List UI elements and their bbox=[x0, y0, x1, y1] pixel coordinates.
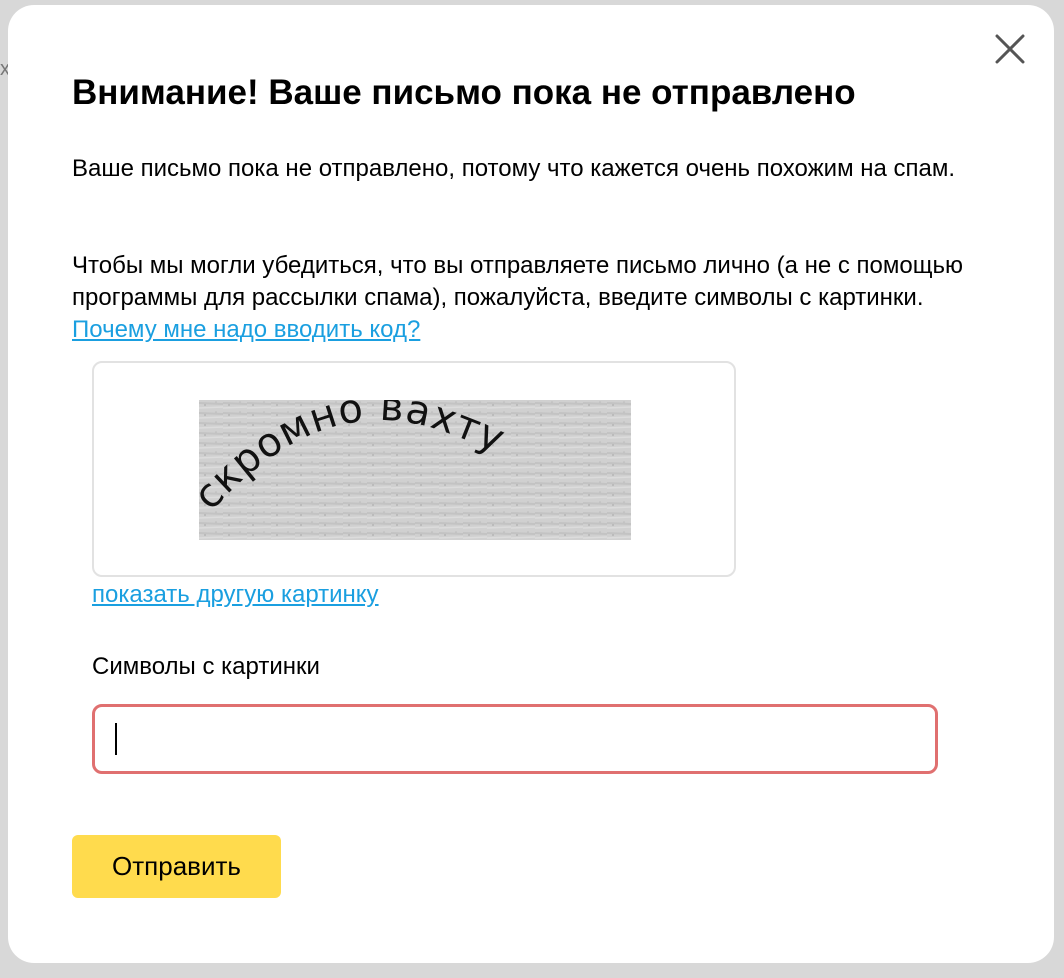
close-button[interactable] bbox=[992, 31, 1028, 67]
instruction-text: Чтобы мы могли убедиться, что вы отправл… bbox=[72, 250, 992, 346]
captcha-field-label: Символы с картинки bbox=[92, 653, 320, 680]
close-icon bbox=[995, 34, 1025, 64]
instruction-body: Чтобы мы могли убедиться, что вы отправл… bbox=[72, 252, 963, 311]
captcha-input[interactable] bbox=[95, 707, 935, 771]
why-code-link[interactable]: Почему мне надо вводить код? bbox=[72, 316, 420, 343]
captcha-input-wrapper bbox=[92, 704, 938, 774]
text-cursor bbox=[115, 723, 117, 755]
dialog-title: Внимание! Ваше письмо пока не отправлено bbox=[72, 73, 856, 112]
show-another-image-link[interactable]: показать другую картинку bbox=[92, 579, 379, 611]
submit-button[interactable]: Отправить bbox=[72, 835, 281, 898]
warning-text: Ваше письмо пока не отправлено, потому ч… bbox=[72, 155, 956, 182]
captcha-container: скромно вахту bbox=[92, 361, 736, 577]
captcha-image: скромно вахту bbox=[199, 400, 631, 540]
spam-captcha-dialog: Внимание! Ваше письмо пока не отправлено… bbox=[8, 5, 1054, 963]
